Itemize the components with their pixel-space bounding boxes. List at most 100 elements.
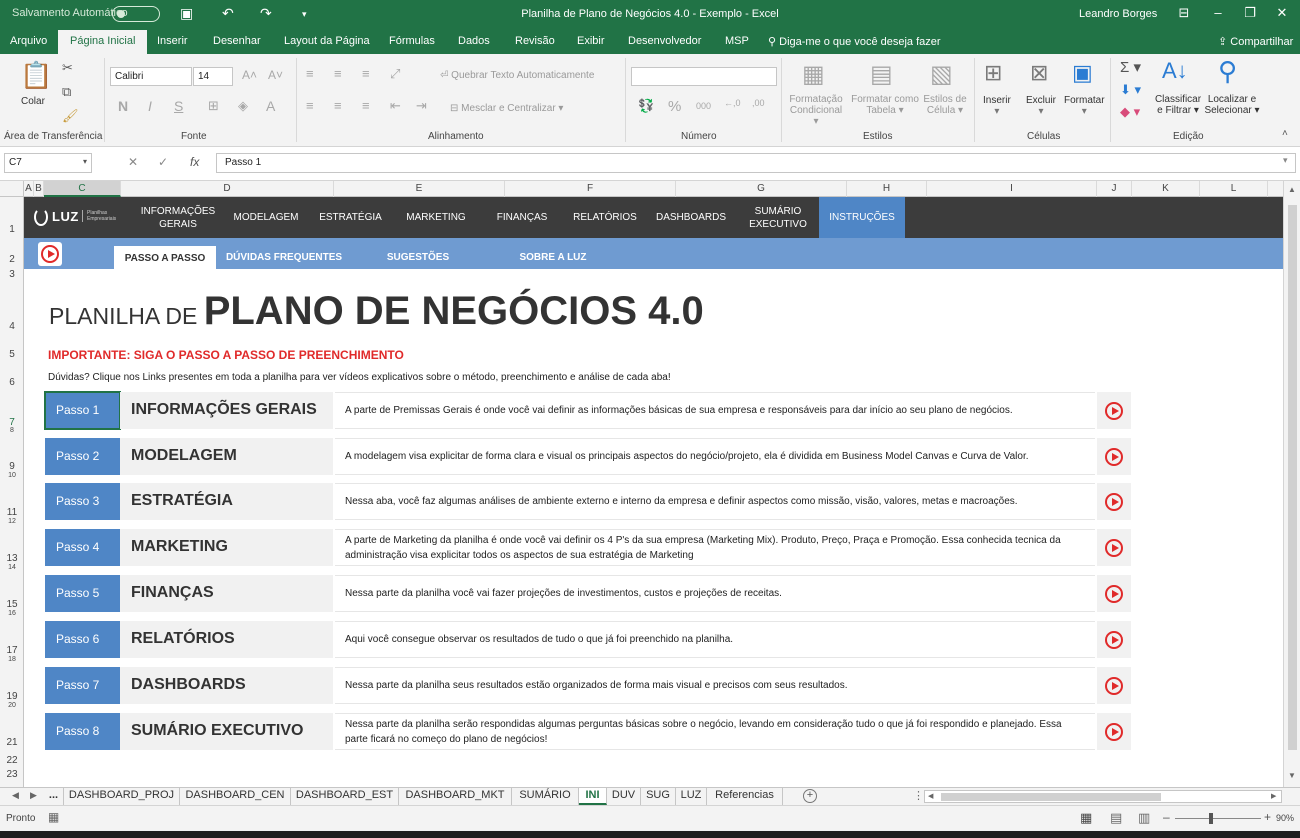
nav-instrucoes[interactable]: INSTRUÇÕES [819,197,905,238]
sort-icon[interactable]: A↓ [1162,58,1188,84]
tab-arquivo[interactable]: Arquivo [10,35,47,47]
scroll-up-icon[interactable]: ▲ [1288,185,1296,194]
tab-formulas[interactable]: Fórmulas [389,35,435,47]
fill-icon[interactable]: ⬇ ▾ [1120,82,1141,98]
find-select-button[interactable]: Localizar e Selecionar ▾ [1204,94,1260,116]
step-video-button[interactable] [1097,392,1131,429]
nav-sumario-executivo[interactable]: SUMÁRIO EXECUTIVO [737,197,819,238]
horizontal-scroll-thumb[interactable] [941,793,1161,801]
row-header[interactable]: 21 [0,737,24,748]
video-button[interactable] [38,242,62,266]
add-sheet-button[interactable]: + [803,789,817,803]
step-description[interactable]: A modelagem visa explicitar de forma cla… [335,438,1095,475]
step-name[interactable]: ESTRATÉGIA [120,483,333,520]
tab-split-handle-icon[interactable]: ⋮ [913,789,924,802]
formula-input[interactable]: Passo 1 [216,153,1296,173]
wrap-text-button[interactable]: ⏎ Quebrar Texto Automaticamente [440,70,594,81]
zoom-out-icon[interactable]: – [1163,810,1170,824]
step-description[interactable]: Nessa parte da planilha seus resultados … [335,667,1095,704]
step-badge[interactable]: Passo 5 [45,575,120,612]
currency-icon[interactable]: 💱 [638,98,654,114]
font-size-select[interactable]: 14 [193,67,233,86]
step-description[interactable]: A parte de Premissas Gerais é onde você … [335,392,1095,429]
horizontal-scrollbar[interactable]: ◀ ▶ [924,790,1282,803]
increase-decimal-icon[interactable]: ←,0 [724,98,741,108]
row-header[interactable]: 10 [0,472,24,479]
prev-sheet-icon[interactable]: ◀ [12,790,19,801]
format-table-icon[interactable]: ▤ [870,60,893,89]
vertical-scrollbar[interactable]: ▲ ▼ [1283,181,1300,787]
row-header[interactable]: 2 [0,254,24,265]
col-header-f[interactable]: F [505,181,676,197]
nav-estrategia[interactable]: ESTRATÉGIA [308,197,393,238]
tab-inserir[interactable]: Inserir [157,35,188,47]
nav-relatorios[interactable]: RELATÓRIOS [565,197,645,238]
col-header-j[interactable]: J [1097,181,1132,197]
minimize-icon[interactable]: – [1208,5,1228,20]
col-header-h[interactable]: H [847,181,927,197]
col-header-g[interactable]: G [676,181,847,197]
align-top-icon[interactable]: ≡ [306,66,314,81]
page-layout-view-icon[interactable]: ▤ [1110,810,1122,826]
zoom-in-icon[interactable]: + [1264,810,1271,824]
cell-styles-icon[interactable]: ▧ [930,60,953,89]
sheet-tab-dashboard-mkt[interactable]: DASHBOARD_MKT [399,788,512,805]
step-name[interactable]: MARKETING [120,529,333,566]
font-name-select[interactable]: Calibri [110,67,192,86]
conditional-format-icon[interactable]: ▦ [802,60,825,89]
sheet-tab-dashboard-proj[interactable]: DASHBOARD_PROJ [64,788,180,805]
tab-msp[interactable]: MSP [725,35,749,47]
bold-icon[interactable]: N [118,98,128,114]
fx-icon[interactable]: fx [190,155,199,169]
step-video-button[interactable] [1097,483,1131,520]
format-table-button[interactable]: Formatar como Tabela ▾ [848,94,922,116]
sort-filter-button[interactable]: Classificar e Filtrar ▾ [1154,94,1202,116]
sum-icon[interactable]: Σ ▾ [1120,58,1141,76]
nav-dashboards[interactable]: DASHBOARDS [645,197,737,238]
format-cells-button[interactable]: Formatar ▾ [1064,95,1105,117]
percent-icon[interactable]: % [668,98,681,115]
row-header[interactable]: 11 [0,507,24,518]
nav-marketing[interactable]: MARKETING [393,197,479,238]
step-badge[interactable]: Passo 4 [45,529,120,566]
step-video-button[interactable] [1097,575,1131,612]
step-badge[interactable]: Passo 8 [45,713,120,750]
name-box[interactable]: C7 ▾ [4,153,92,173]
step-name[interactable]: SUMÁRIO EXECUTIVO [120,713,333,750]
delete-cells-icon[interactable]: ⊠ [1030,60,1048,86]
step-description[interactable]: A parte de Marketing da planilha é onde … [335,529,1095,566]
row-header[interactable]: 1 [0,224,24,235]
step-badge[interactable]: Passo 3 [45,483,120,520]
row-header[interactable]: 5 [0,349,24,360]
merge-center-button[interactable]: ⊟ Mesclar e Centralizar ▾ [450,103,563,114]
collapse-ribbon-icon[interactable]: ˄ [1282,128,1288,139]
select-all-corner[interactable] [0,181,24,197]
col-header-k[interactable]: K [1132,181,1200,197]
step-description[interactable]: Nessa parte da planilha serão respondida… [335,713,1095,750]
tab-pagina-inicial[interactable]: Página Inicial [58,30,148,54]
scroll-right-icon[interactable]: ▶ [1271,792,1276,800]
align-center-icon[interactable]: ≡ [334,98,342,113]
tab-desenvolvedor[interactable]: Desenvolvedor [628,35,701,47]
insert-cells-button[interactable]: Inserir ▾ [983,95,1011,117]
decrease-indent-icon[interactable]: ⇤ [390,98,401,114]
name-box-dropdown-icon[interactable]: ▾ [83,157,87,166]
step-name[interactable]: DASHBOARDS [120,667,333,704]
maximize-icon[interactable]: ❐ [1240,5,1260,21]
row-header[interactable]: 23 [0,769,24,780]
sheet-tab-duv[interactable]: DUV [607,788,641,805]
sheet-tab-more[interactable]: ... [44,788,64,805]
format-cells-icon[interactable]: ▣ [1072,60,1093,86]
find-icon[interactable]: ⚲ [1218,56,1237,87]
shrink-font-icon[interactable]: A˅ [268,68,283,82]
grow-font-icon[interactable]: A˄ [242,68,257,82]
tab-desenhar[interactable]: Desenhar [213,35,261,47]
tell-me-search[interactable]: ⚲ Diga-me o que você deseja fazer [768,35,941,48]
step-badge[interactable]: Passo 1 [44,391,121,430]
row-header[interactable]: 8 [0,427,24,434]
align-right-icon[interactable]: ≡ [362,98,370,113]
user-name[interactable]: Leandro Borges [1079,8,1157,20]
tab-layout[interactable]: Layout da Página [284,35,370,47]
increase-indent-icon[interactable]: ⇥ [416,98,427,114]
cell-styles-button[interactable]: Estilos de Célula ▾ [920,94,970,116]
